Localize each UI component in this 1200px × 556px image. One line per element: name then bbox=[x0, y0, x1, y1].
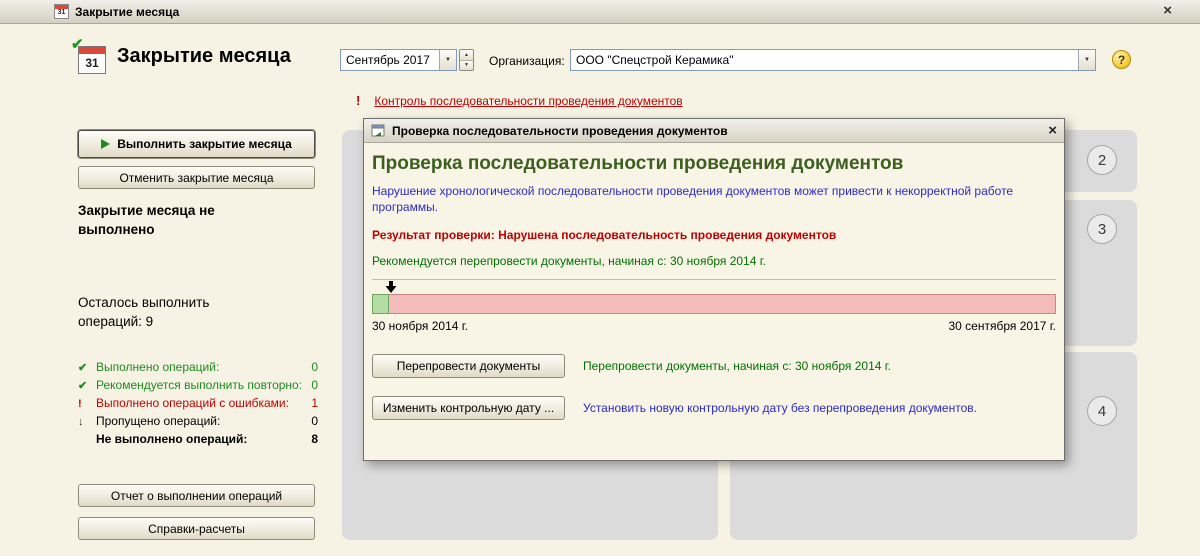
check-icon: ✔ bbox=[78, 362, 88, 374]
spinner-down-icon[interactable]: ▼ bbox=[460, 60, 473, 70]
references-calculations-button[interactable]: Справки-расчеты bbox=[78, 517, 315, 540]
timeline-broken-segment bbox=[389, 294, 1056, 314]
page-title: Закрытие месяца bbox=[117, 45, 291, 67]
timeline-start-date: 30 ноября 2014 г. bbox=[372, 319, 468, 333]
run-button-label: Выполнить закрытие месяца bbox=[117, 137, 292, 151]
operations-report-button[interactable]: Отчет о выполнении операций bbox=[78, 484, 315, 507]
window-title: Закрытие месяца bbox=[75, 4, 180, 19]
chevron-down-icon[interactable]: ▼ bbox=[439, 50, 456, 70]
change-date-action-row: Изменить контрольную дату ... Установить… bbox=[372, 396, 1056, 420]
stat-value: 0 bbox=[311, 378, 318, 392]
period-value: Сентябрь 2017 bbox=[346, 53, 430, 67]
closing-status-text: Закрытие месяца не выполнено bbox=[78, 203, 215, 237]
chevron-down-icon[interactable]: ▼ bbox=[1078, 50, 1095, 70]
period-stepper[interactable]: ▲ ▼ bbox=[459, 49, 474, 71]
stage-number-badge: 3 bbox=[1087, 214, 1117, 244]
cancel-month-closing-button[interactable]: Отменить закрытие месяца bbox=[78, 166, 315, 189]
separator bbox=[372, 279, 1056, 280]
sequence-check-dialog: Проверка последовательности проведения д… bbox=[363, 118, 1065, 461]
organization-select[interactable]: ООО "Спецстрой Керамика" ▼ bbox=[570, 49, 1096, 71]
repost-hint-text: Перепровести документы, начиная с: 30 но… bbox=[583, 359, 891, 373]
organization-value: ООО "Спецстрой Керамика" bbox=[576, 53, 734, 67]
posting-sequence-timeline bbox=[372, 294, 1056, 314]
question-icon: ? bbox=[1112, 50, 1131, 69]
change-control-date-button[interactable]: Изменить контрольную дату ... bbox=[372, 396, 565, 420]
dialog-description: Нарушение хронологической последовательн… bbox=[372, 184, 1014, 214]
dialog-title: Проверка последовательности проведения д… bbox=[392, 123, 728, 138]
dialog-heading: Проверка последовательности проведения д… bbox=[372, 153, 904, 174]
sequence-warning-row: ! Контроль последовательности проведения… bbox=[356, 93, 683, 108]
repost-documents-button[interactable]: Перепровести документы bbox=[372, 354, 565, 378]
stat-value: 8 bbox=[311, 432, 318, 446]
repost-action-row: Перепровести документы Перепровести доку… bbox=[372, 354, 1056, 378]
stat-row-not-done: Не выполнено операций: 8 bbox=[78, 432, 318, 450]
stat-row-repeat: ✔ Рекомендуется выполнить повторно: 0 bbox=[78, 378, 318, 396]
recommendation-text: Рекомендуется перепровести документы, на… bbox=[372, 254, 766, 268]
timeline-end-date: 30 сентября 2017 г. bbox=[948, 319, 1057, 333]
stat-row-completed: ✔ Выполнено операций: 0 bbox=[78, 360, 318, 378]
dialog-close-icon[interactable]: × bbox=[1048, 122, 1057, 139]
spinner-up-icon[interactable]: ▲ bbox=[460, 50, 473, 61]
month-closing-icon: 31 ✔ bbox=[71, 36, 108, 76]
error-icon: ! bbox=[78, 398, 82, 410]
run-month-closing-button[interactable]: Выполнить закрытие месяца bbox=[78, 130, 315, 158]
stage-number-badge: 4 bbox=[1087, 396, 1117, 426]
warning-icon: ! bbox=[356, 93, 361, 108]
stat-label: Пропущено операций: bbox=[96, 414, 221, 428]
check-result-text: Результат проверки: Нарушена последовате… bbox=[372, 228, 837, 242]
check-icon: ✔ bbox=[71, 36, 84, 53]
organization-label: Организация: bbox=[489, 54, 565, 68]
stat-label: Выполнено операций с ошибками: bbox=[96, 396, 289, 410]
stat-value: 1 bbox=[311, 396, 318, 410]
stat-row-errors: ! Выполнено операций с ошибками: 1 bbox=[78, 396, 318, 414]
check-icon: ✔ bbox=[78, 380, 88, 392]
operations-stats-list: ✔ Выполнено операций: 0 ✔ Рекомендуется … bbox=[78, 360, 318, 450]
help-button[interactable]: ? bbox=[1109, 47, 1134, 72]
arrow-down-icon: ↓ bbox=[78, 416, 84, 428]
timeline-labels: 30 ноября 2014 г. 30 сентября 2017 г. bbox=[372, 319, 1056, 333]
dialog-titlebar: Проверка последовательности проведения д… bbox=[364, 119, 1064, 143]
period-select[interactable]: Сентябрь 2017 ▼ bbox=[340, 49, 457, 71]
window-close-icon[interactable]: × bbox=[1163, 2, 1172, 19]
change-date-hint-text: Установить новую контрольную дату без пе… bbox=[583, 401, 977, 415]
form-icon bbox=[371, 123, 386, 138]
stage-number-badge: 2 bbox=[1087, 145, 1117, 175]
dialog-body: Проверка последовательности проведения д… bbox=[364, 153, 1064, 420]
stat-value: 0 bbox=[311, 414, 318, 428]
stat-value: 0 bbox=[311, 360, 318, 374]
window-titlebar: 31 Закрытие месяца × bbox=[0, 0, 1200, 24]
stat-label: Выполнено операций: bbox=[96, 360, 220, 374]
month-closing-window: 31 Закрытие месяца × 2 3 4 31 ✔ Закрытие… bbox=[0, 0, 1200, 556]
timeline-ok-segment bbox=[372, 294, 389, 314]
stat-label: Не выполнено операций: bbox=[96, 432, 248, 446]
sequence-control-link[interactable]: Контроль последовательности проведения д… bbox=[374, 94, 682, 108]
play-icon bbox=[101, 139, 111, 149]
stat-row-skipped: ↓ Пропущено операций: 0 bbox=[78, 414, 318, 432]
stat-label: Рекомендуется выполнить повторно: bbox=[96, 378, 303, 392]
calendar-icon: 31 bbox=[54, 4, 69, 19]
timeline-marker-icon bbox=[385, 281, 1056, 293]
remaining-operations-text: Осталось выполнить операций: 9 bbox=[78, 295, 210, 329]
